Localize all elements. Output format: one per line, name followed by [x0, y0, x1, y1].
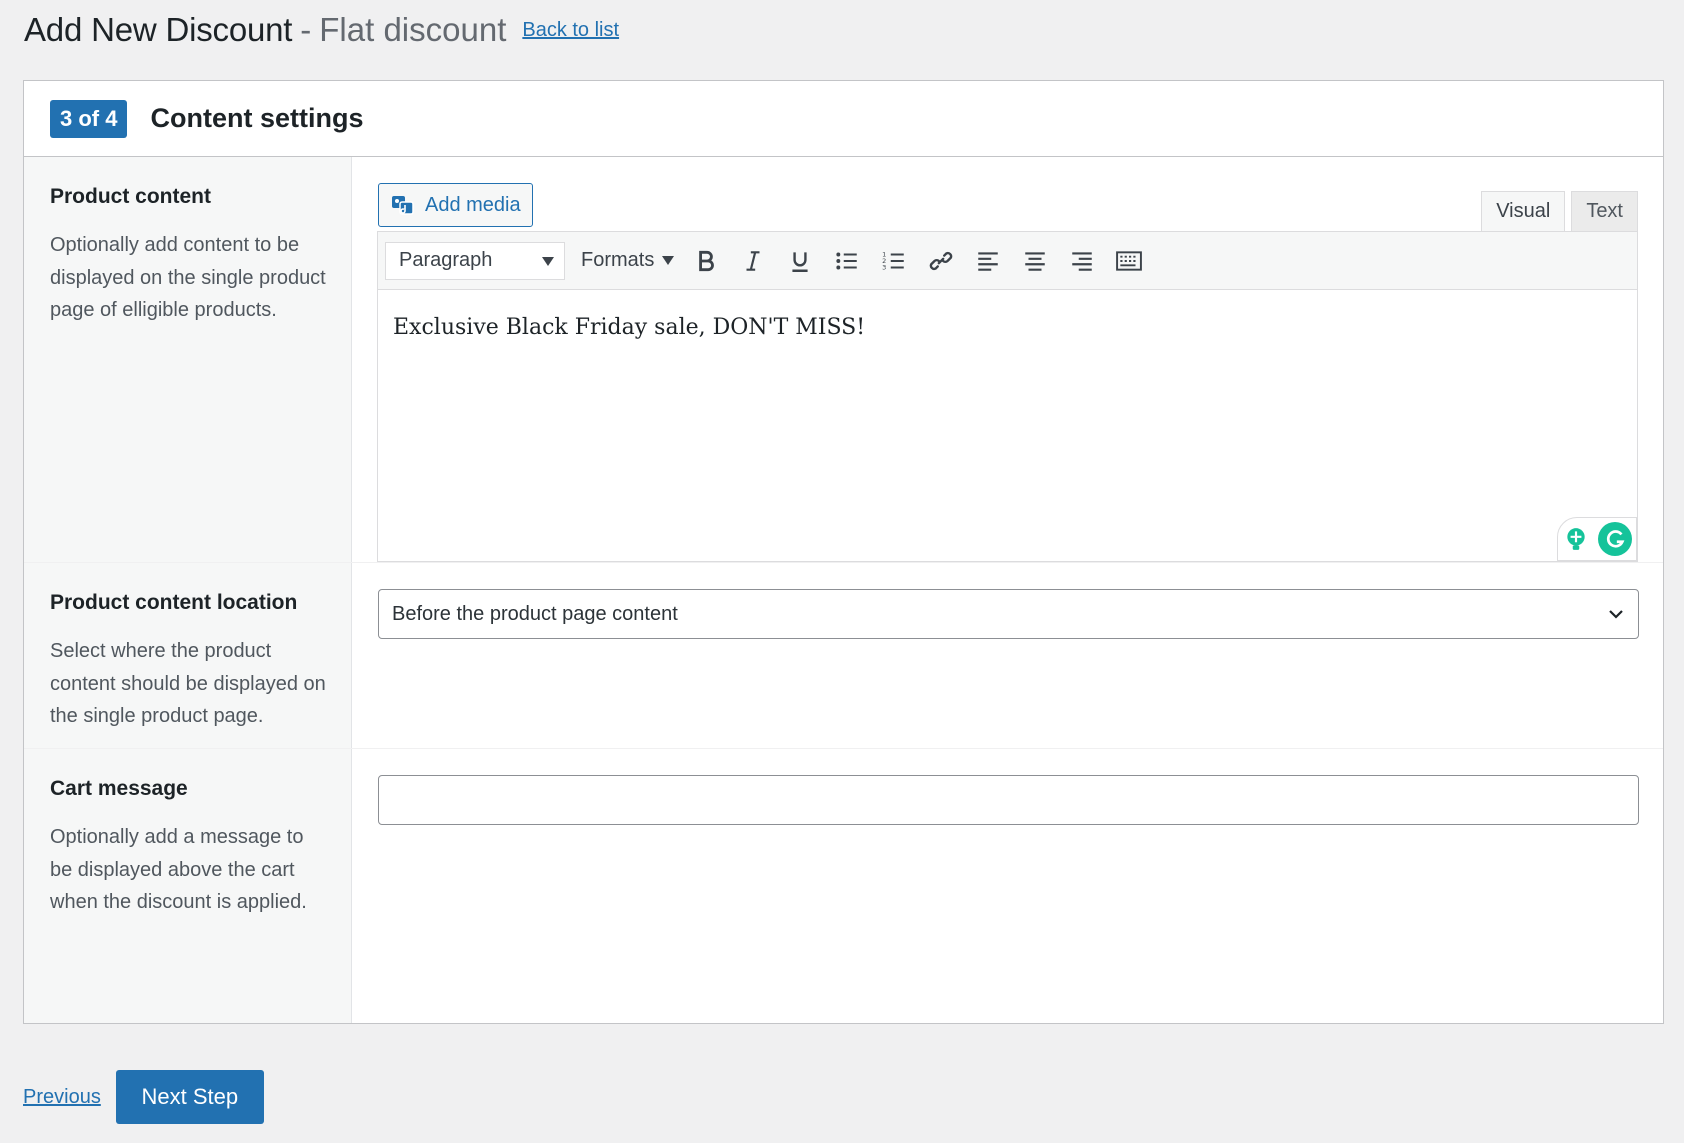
row-title: Product content	[50, 185, 211, 208]
row-label: Cart message Optionally add a message to…	[24, 749, 352, 1023]
align-left-icon	[978, 251, 999, 271]
row-description: Optionally add content to be displayed o…	[50, 234, 326, 321]
cart-message-row: Cart message Optionally add a message to…	[24, 749, 1663, 1023]
wizard-footer: Previous Next Step	[23, 1070, 264, 1124]
tab-visual[interactable]: Visual	[1481, 191, 1566, 231]
formats-dropdown[interactable]: Formats	[581, 249, 675, 272]
panel-header: 3 of 4 Content settings	[24, 81, 1663, 157]
editor-content-area[interactable]: Exclusive Black Friday sale, DON'T MISS!	[378, 290, 1637, 365]
content-location-select[interactable]: Before the product page content	[378, 589, 1639, 639]
content-settings-panel: 3 of 4 Content settings Product content …	[23, 80, 1664, 1024]
paragraph-format-select[interactable]: Paragraph	[385, 241, 565, 280]
toolbar-toggle-icon	[1116, 250, 1143, 271]
title-separator: -	[300, 11, 312, 48]
lightbulb-icon	[1566, 528, 1585, 550]
formats-label: Formats	[581, 249, 655, 271]
row-label: Product content Optionally add content t…	[24, 157, 352, 562]
link-icon	[930, 251, 953, 270]
grammarly-logo-icon	[1597, 522, 1632, 556]
italic-icon	[746, 250, 760, 271]
caret-down-icon	[542, 256, 554, 266]
align-right-button[interactable]	[1067, 246, 1097, 276]
caret-down-icon	[662, 256, 675, 265]
add-media-label: Add media	[425, 193, 521, 216]
row-title: Cart message	[50, 777, 188, 800]
tab-text[interactable]: Text	[1571, 191, 1638, 231]
editor-tabs: Visual Text	[1481, 191, 1638, 231]
page-header: Add New Discount - Flat discount Back to…	[24, 8, 619, 52]
row-description: Select where the product content should …	[50, 640, 326, 727]
step-badge: 3 of 4	[50, 99, 128, 138]
product-content-location-row: Product content location Select where th…	[24, 563, 1663, 749]
bold-icon	[699, 250, 715, 271]
cart-message-input[interactable]	[378, 775, 1639, 825]
back-to-list-link[interactable]: Back to list	[522, 19, 619, 42]
numbered-list-icon: 123	[882, 250, 905, 271]
row-title: Product content location	[50, 591, 298, 614]
link-button[interactable]	[926, 246, 956, 276]
panel-title: Content settings	[150, 103, 364, 133]
media-icon	[392, 196, 414, 215]
align-center-icon	[1025, 251, 1046, 271]
bullet-list-icon	[836, 252, 858, 269]
svg-text:3: 3	[882, 263, 886, 271]
grammarly-widget[interactable]	[1557, 517, 1637, 561]
row-field	[352, 749, 1663, 1023]
add-media-button[interactable]: Add media	[378, 183, 533, 227]
bullet-list-button[interactable]	[832, 246, 862, 276]
row-field: Add media Visual Text Paragraph Formats	[352, 157, 1663, 562]
bold-button[interactable]	[691, 246, 721, 276]
content-location-value: Before the product page content	[392, 602, 678, 625]
row-description: Optionally add a message to be displayed…	[50, 826, 307, 913]
previous-link[interactable]: Previous	[23, 1086, 101, 1109]
next-step-button[interactable]: Next Step	[115, 1070, 264, 1124]
product-content-row: Product content Optionally add content t…	[24, 157, 1663, 563]
underline-icon	[792, 251, 808, 272]
numbered-list-button[interactable]: 123	[879, 246, 909, 276]
align-left-button[interactable]	[973, 246, 1003, 276]
paragraph-format-value: Paragraph	[399, 249, 493, 271]
toolbar-toggle-button[interactable]	[1114, 246, 1144, 276]
page-title: Add New Discount	[24, 11, 293, 48]
page-subtitle: Flat discount	[319, 11, 507, 48]
underline-button[interactable]	[785, 246, 815, 276]
italic-button[interactable]	[738, 246, 768, 276]
content-editor: Paragraph Formats 1 2 3 Exclusive Black …	[377, 231, 1638, 562]
row-field: Before the product page content	[352, 563, 1663, 748]
align-center-button[interactable]	[1020, 246, 1050, 276]
chevron-down-icon	[1609, 610, 1623, 619]
align-right-icon	[1072, 251, 1093, 271]
editor-toolbar: Paragraph Formats 1 2 3	[378, 232, 1637, 290]
row-label: Product content location Select where th…	[24, 563, 352, 748]
